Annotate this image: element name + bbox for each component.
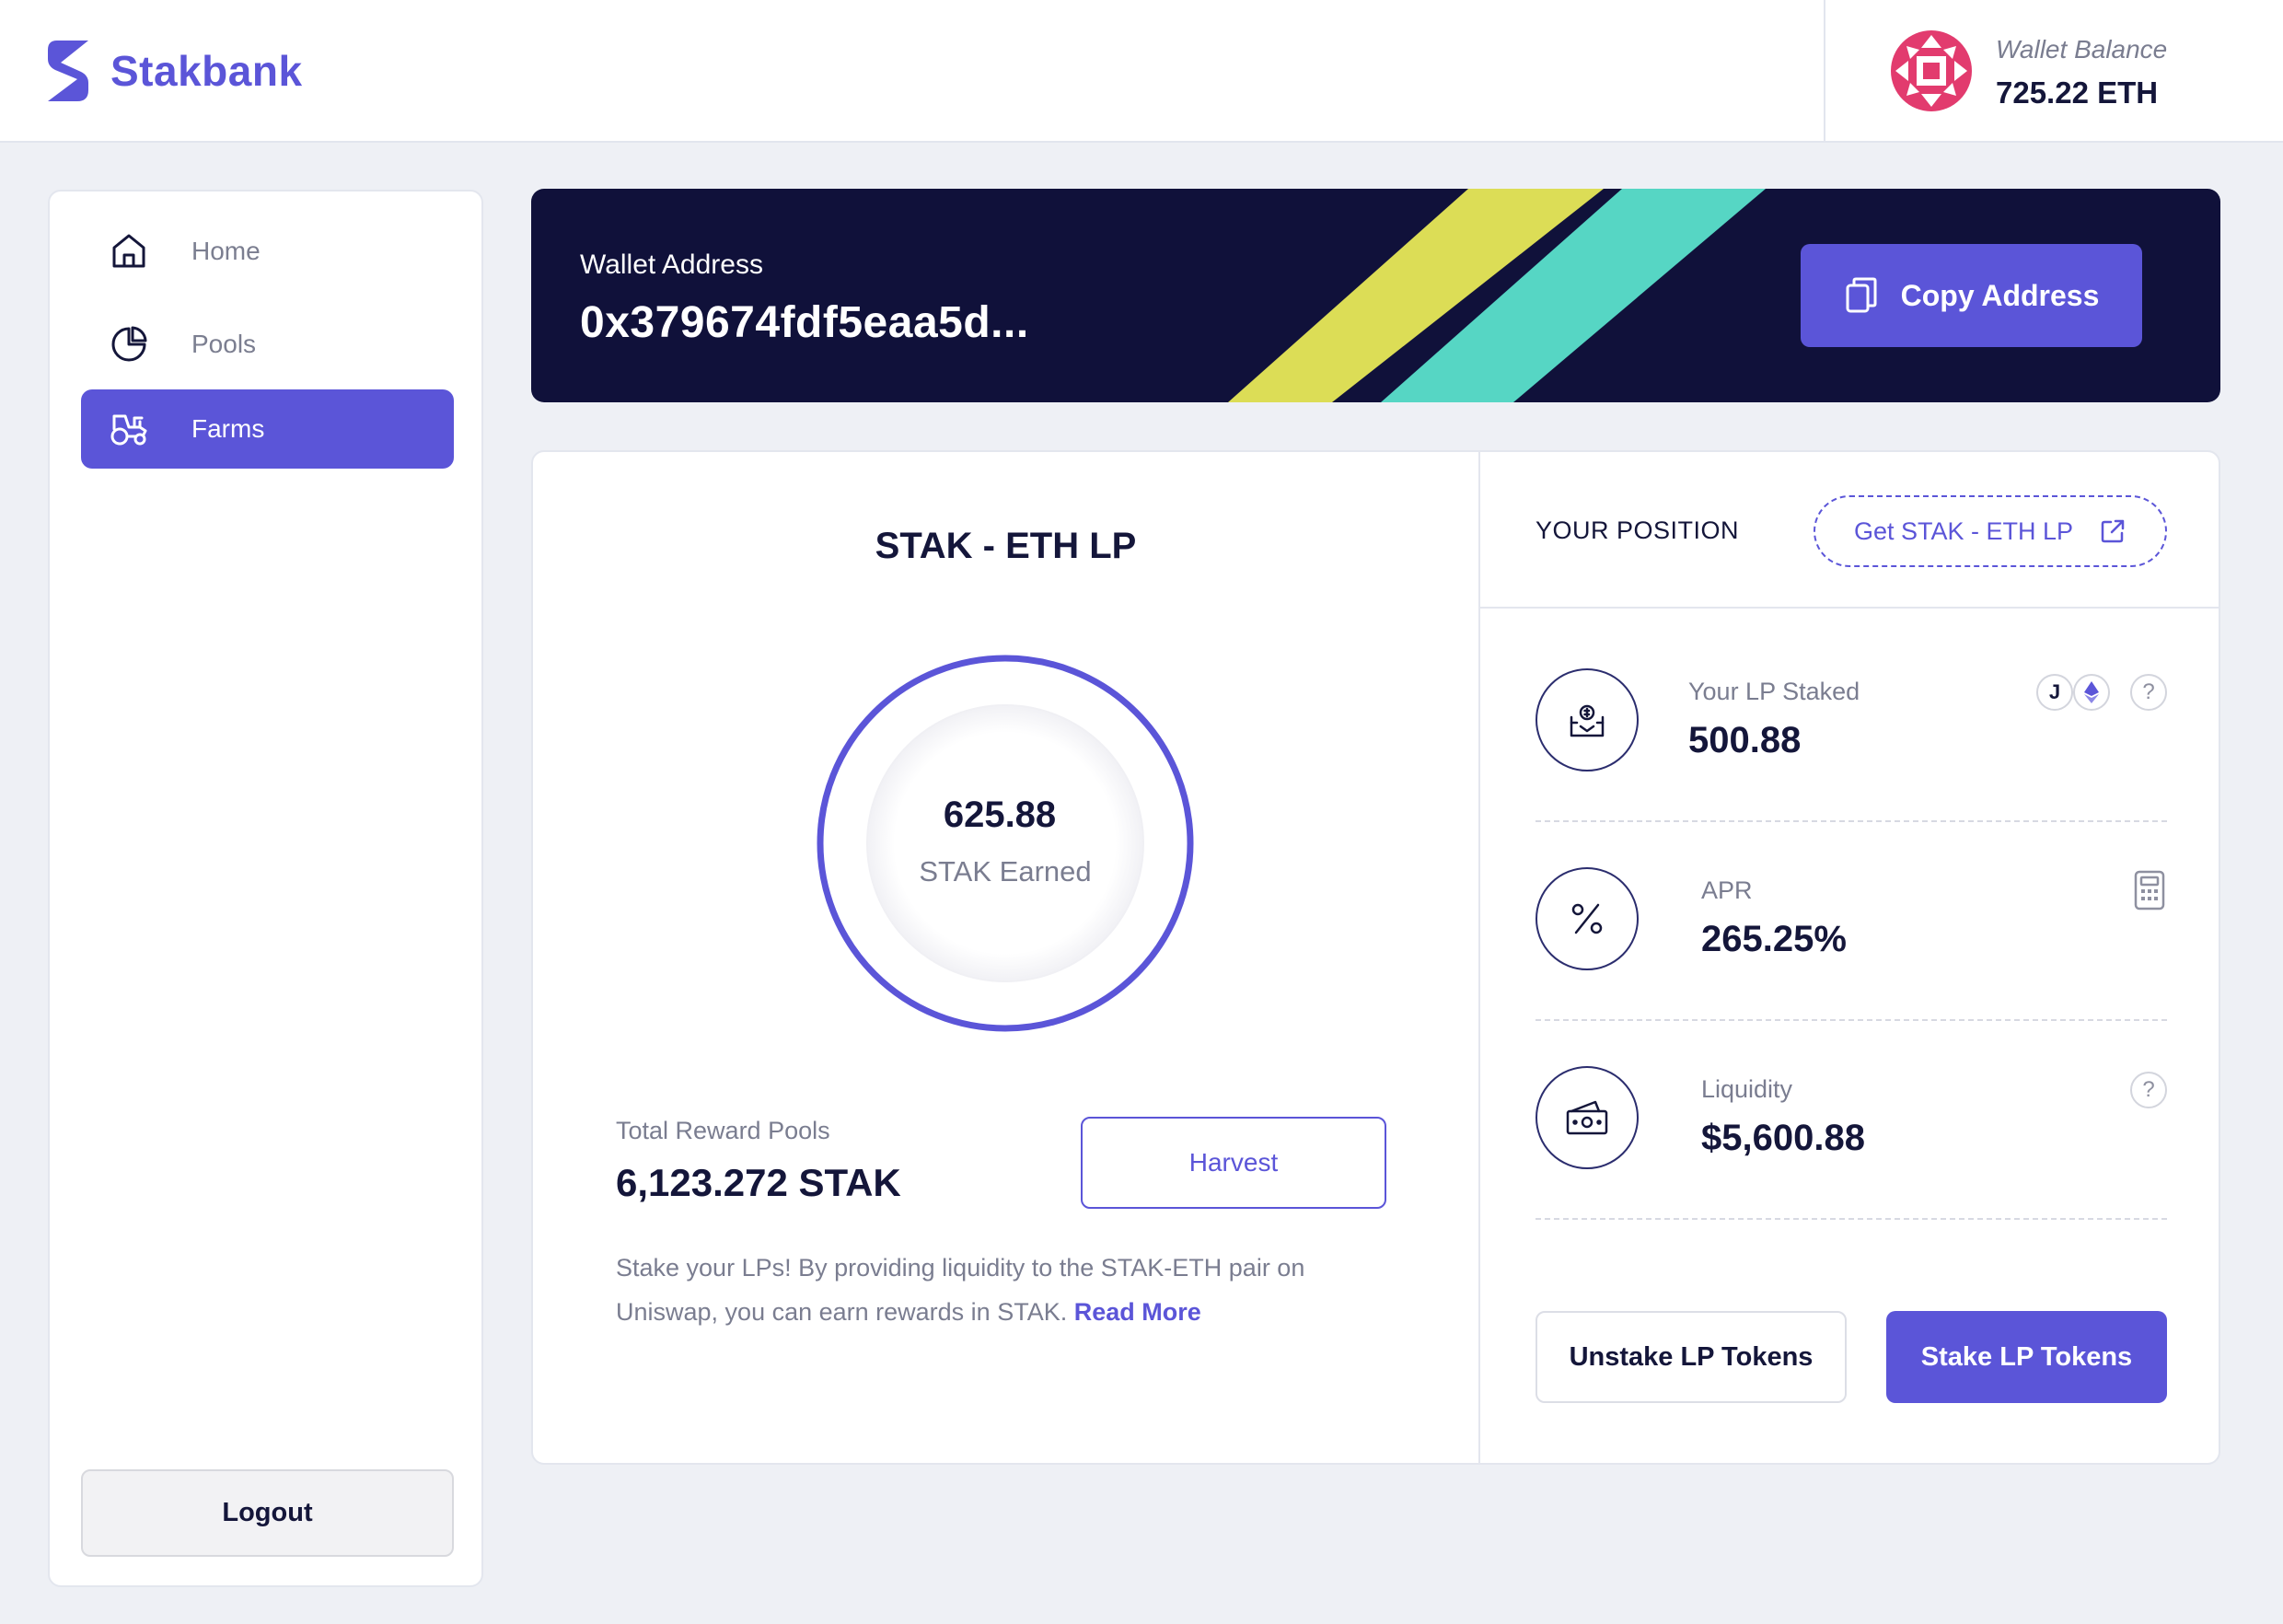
earned-ring: [817, 655, 1194, 1032]
farm-card: STAK - ETH LP 625.88 STAK Earned Total R…: [531, 450, 2220, 1465]
copy-address-button[interactable]: Copy Address: [1801, 244, 2142, 347]
lp-staked-value: 500.88: [1688, 720, 1802, 760]
apr-label: APR: [1701, 876, 1753, 904]
apr-value: 265.25%: [1701, 919, 1847, 959]
stat-divider: [1536, 820, 2167, 822]
ethereum-icon: [2084, 681, 2099, 703]
jst-token-icon: J: [2036, 674, 2073, 711]
apr-stat: APR 265.25%: [1536, 867, 2167, 1066]
calculator-icon[interactable]: [2132, 869, 2167, 911]
lp-staked-badge: [1536, 668, 1639, 771]
farm-description-text: Stake your LPs! By providing liquidity t…: [616, 1254, 1305, 1326]
sidebar-item-label: Farms: [191, 414, 265, 443]
total-reward-pools-value: 6,123.272 STAK: [616, 1161, 901, 1204]
stat-divider: [1536, 1019, 2167, 1021]
farm-description: Stake your LPs! By providing liquidity t…: [616, 1246, 1408, 1334]
sidebar-item-farms[interactable]: Farms: [81, 389, 454, 469]
token-pair-icons: J: [2036, 674, 2114, 711]
copy-address-label: Copy Address: [1900, 278, 2100, 312]
sidebar: Home Pools Farms Logout: [48, 190, 483, 1587]
eth-token-icon: [2073, 674, 2110, 711]
brand-name: Stakbank: [110, 47, 303, 95]
sidebar-item-label: Home: [191, 237, 261, 265]
get-lp-label: Get STAK - ETH LP: [1853, 516, 2074, 545]
liquidity-label: Liquidity: [1701, 1075, 1793, 1103]
cash-icon: [1566, 1100, 1608, 1135]
sidebar-item-home[interactable]: Home: [81, 212, 454, 291]
lp-staked-help-icon[interactable]: ?: [2130, 674, 2167, 711]
liquidity-stat: Liquidity $5,600.88 ?: [1536, 1066, 2167, 1265]
stak-earned-value: 625.88: [943, 795, 1057, 835]
total-reward-pools-label: Total Reward Pools: [616, 1117, 830, 1144]
stak-earned-label: STAK Earned: [919, 855, 1092, 887]
wallet-address-label: Wallet Address: [580, 249, 763, 280]
stat-divider: [1536, 1218, 2167, 1220]
liquidity-help-icon[interactable]: ?: [2130, 1072, 2167, 1108]
card-divider: [1478, 452, 1480, 1465]
home-icon: [112, 234, 145, 268]
wallet-address-banner: Wallet Address 0x379674fdf5eaa5d... Copy…: [531, 189, 2220, 402]
get-lp-button[interactable]: Get STAK - ETH LP: [1814, 495, 2167, 567]
top-header: Stakbank Wallet Balance 725.22 ETH: [0, 0, 2283, 143]
liquidity-value: $5,600.88: [1701, 1118, 1865, 1158]
brand-logo[interactable]: Stakbank: [44, 39, 303, 103]
copy-icon: [1846, 277, 1877, 313]
sidebar-item-label: Pools: [191, 330, 257, 358]
read-more-link[interactable]: Read More: [1074, 1298, 1201, 1326]
stakbank-logo-icon: [48, 41, 88, 101]
tractor-icon: [110, 414, 147, 446]
pie-chart-icon: [111, 326, 147, 362]
logout-button[interactable]: Logout: [81, 1469, 454, 1557]
harvest-button[interactable]: Harvest: [1081, 1117, 1386, 1209]
percent-icon: [1571, 903, 1603, 934]
wallet-balance-label: Wallet Balance: [1996, 35, 2168, 64]
lp-bag-icon: [1570, 704, 1605, 737]
your-position-title: YOUR POSITION: [1536, 516, 1740, 544]
liquidity-badge: [1536, 1066, 1639, 1169]
farm-title: STAK - ETH LP: [875, 526, 1137, 566]
wallet-address-value: 0x379674fdf5eaa5d...: [580, 298, 1029, 347]
unstake-lp-button[interactable]: Unstake LP Tokens: [1536, 1311, 1847, 1403]
lp-staked-stat: Your LP Staked 500.88 J ?: [1536, 668, 2167, 867]
wallet-balance-panel: Wallet Balance 725.22 ETH: [1824, 0, 2283, 143]
stake-lp-button[interactable]: Stake LP Tokens: [1886, 1311, 2167, 1403]
wallet-balance-value: 725.22 ETH: [1996, 75, 2159, 110]
apr-badge: [1536, 867, 1639, 970]
wallet-avatar-icon: [1891, 30, 1972, 111]
sidebar-item-pools[interactable]: Pools: [81, 305, 454, 384]
external-link-icon: [2101, 519, 2125, 543]
lp-staked-label: Your LP Staked: [1688, 678, 1860, 705]
position-header-divider: [1480, 607, 2220, 609]
